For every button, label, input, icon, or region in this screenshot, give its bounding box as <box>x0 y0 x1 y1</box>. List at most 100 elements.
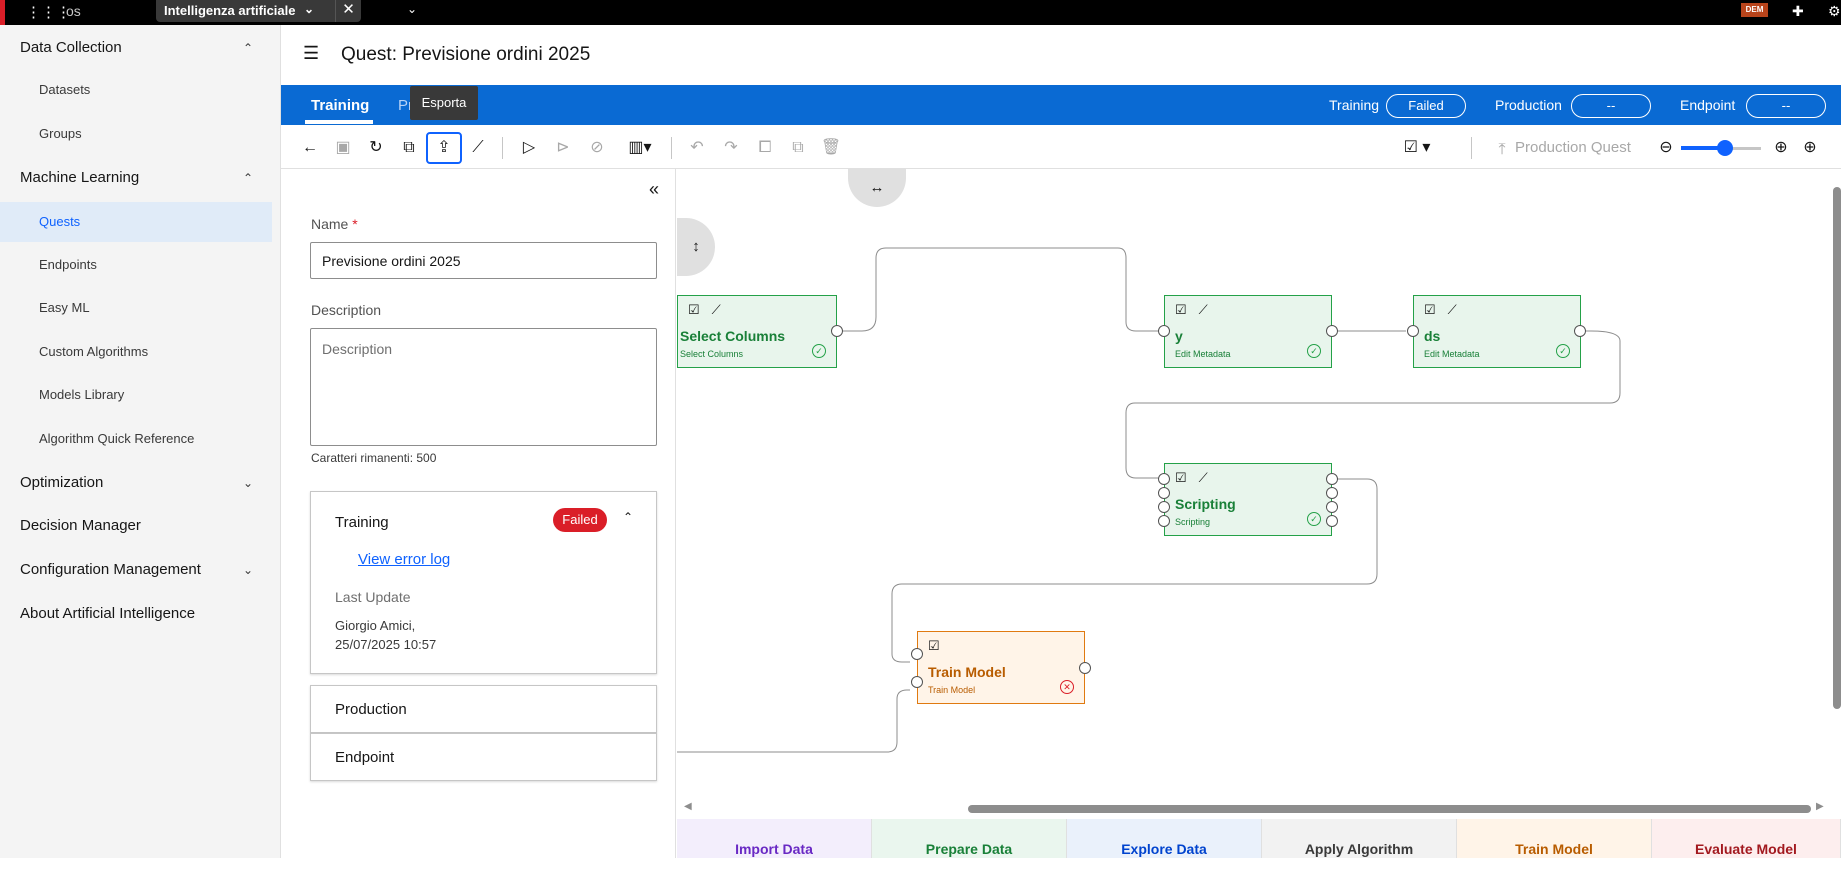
palette-apply-algorithm[interactable]: Apply Algorithm <box>1262 819 1457 858</box>
run-step-icon[interactable]: ⊳ <box>549 135 577 161</box>
input-port[interactable] <box>1158 473 1170 485</box>
output-port[interactable] <box>1574 325 1586 337</box>
sidebar-item-models-library[interactable]: Models Library <box>0 375 281 415</box>
node-train-model[interactable]: ☑ Train Model Train Model ✕ <box>917 631 1085 704</box>
chevron-down-icon[interactable]: ⌄ <box>304 2 314 16</box>
production-status-badge[interactable]: -- <box>1571 94 1651 118</box>
zoom-fit-icon[interactable]: ⊕ <box>1796 135 1824 161</box>
output-port[interactable] <box>1079 662 1091 674</box>
chevron-down-icon: ⌄ <box>242 563 253 577</box>
output-port[interactable] <box>1326 501 1338 513</box>
chart-icon[interactable]: ⟋ <box>712 302 733 317</box>
node-y[interactable]: ☑⟋ y Edit Metadata ✓ <box>1164 295 1332 368</box>
description-field[interactable]: Description <box>310 328 657 446</box>
horizontal-scrollbar[interactable] <box>968 805 1811 813</box>
node-scripting[interactable]: ☑⟋ Scripting Scripting ✓ <box>1164 463 1332 536</box>
palette-train-model[interactable]: Train Model <box>1457 819 1652 858</box>
undo-icon[interactable]: ↶ <box>683 135 711 161</box>
scroll-right-icon[interactable]: ▶ <box>1816 801 1824 812</box>
app-switcher-icon[interactable]: ⋮⋮⋮ <box>26 3 71 21</box>
copy-icon[interactable]: ⧉ <box>784 135 812 161</box>
sidebar-item-datasets[interactable]: Datasets <box>0 70 281 110</box>
input-port[interactable] <box>911 648 923 660</box>
zoom-in-icon[interactable]: ⊕ <box>1767 135 1795 161</box>
sidebar-section-decision-manager[interactable]: Decision Manager <box>0 506 281 546</box>
input-port[interactable] <box>1158 487 1170 499</box>
run-icon[interactable]: ▷ <box>515 135 543 161</box>
training-status-badge[interactable]: Failed <box>1386 94 1466 118</box>
production-quest-button[interactable]: Production Quest <box>1515 139 1631 156</box>
sidebar-section-data-collection[interactable]: Data Collection ⌃ <box>0 28 281 68</box>
chevron-up-icon[interactable]: ⌃ <box>623 510 633 524</box>
scroll-left-icon[interactable]: ◀ <box>684 801 692 812</box>
vertical-scrollbar[interactable] <box>1833 187 1841 709</box>
input-port[interactable] <box>911 676 923 688</box>
chart-icon[interactable]: ⟋ <box>1199 302 1220 317</box>
input-port[interactable] <box>1158 515 1170 527</box>
sidebar-section-machine-learning[interactable]: Machine Learning ⌃ <box>0 158 281 198</box>
output-port[interactable] <box>1326 487 1338 499</box>
chart-icon[interactable]: ⟋ <box>464 135 492 161</box>
delete-icon[interactable]: 🗑 <box>817 135 845 161</box>
sidebar-item-groups[interactable]: Groups <box>0 114 281 154</box>
name-field[interactable]: Previsione ordini 2025 <box>310 242 657 279</box>
chart-icon[interactable]: ⟋ <box>1199 470 1220 485</box>
sidebar-item-quests[interactable]: Quests <box>0 202 272 242</box>
output-port[interactable] <box>1326 473 1338 485</box>
input-port[interactable] <box>1158 501 1170 513</box>
training-card-title[interactable]: Training <box>335 514 389 531</box>
chart-icon[interactable]: ⟋ <box>1448 302 1469 317</box>
output-port[interactable] <box>1326 515 1338 527</box>
input-port[interactable] <box>1407 325 1419 337</box>
tab-training[interactable]: Training <box>311 97 369 114</box>
sidebar-item-easy-ml[interactable]: Easy ML <box>0 288 281 328</box>
quest-canvas[interactable]: ☑⟋ Select Columns Select Columns ✓ ☑⟋ y … <box>677 169 1841 819</box>
back-icon[interactable]: ← <box>296 135 324 161</box>
menu-icon[interactable]: ☰ <box>303 43 319 64</box>
user-badge[interactable]: DEM <box>1741 3 1768 17</box>
checkbox-icon[interactable]: ☑ <box>1175 302 1199 317</box>
export-icon[interactable]: ⇪ <box>426 132 462 164</box>
settings-icon[interactable]: ⚙ <box>1828 3 1841 20</box>
node-ds[interactable]: ☑⟋ ds Edit Metadata ✓ <box>1413 295 1581 368</box>
output-port[interactable] <box>831 325 843 337</box>
sidebar-item-custom-algorithms[interactable]: Custom Algorithms <box>0 332 281 372</box>
sidebar-section-optimization[interactable]: Optimization ⌄ <box>0 463 281 503</box>
upload-icon: ⤒ <box>1498 141 1506 158</box>
sidebar-section-about-ai[interactable]: About Artificial Intelligence <box>0 594 281 634</box>
palette-evaluate-model[interactable]: Evaluate Model <box>1652 819 1841 858</box>
app-tab[interactable]: Intelligenza artificiale ⌄ <box>156 0 361 22</box>
columns-menu-icon[interactable]: ▥▾ <box>621 135 659 161</box>
duplicate-icon[interactable]: ⧉ <box>395 135 423 161</box>
sidebar-section-configuration-management[interactable]: Configuration Management ⌄ <box>0 550 281 590</box>
cut-icon[interactable]: ⧠ <box>751 135 779 161</box>
checkbox-icon[interactable]: ☑ <box>688 302 712 317</box>
production-card[interactable]: Production <box>310 685 657 733</box>
palette-explore-data[interactable]: Explore Data <box>1067 819 1262 858</box>
redo-icon[interactable]: ↷ <box>717 135 745 161</box>
input-port[interactable] <box>1158 325 1170 337</box>
endpoint-card[interactable]: Endpoint <box>310 733 657 781</box>
checkbox-icon[interactable]: ☑ <box>1175 470 1199 485</box>
endpoint-status-badge[interactable]: -- <box>1746 94 1826 118</box>
add-icon[interactable]: ✚ <box>1792 3 1804 20</box>
sidebar-item-algorithm-quick-reference[interactable]: Algorithm Quick Reference <box>0 419 281 459</box>
palette-prepare-data[interactable]: Prepare Data <box>872 819 1067 858</box>
stop-icon[interactable]: ⊘ <box>583 135 611 161</box>
refresh-icon[interactable]: ↻ <box>362 135 390 161</box>
output-port[interactable] <box>1326 325 1338 337</box>
save-icon[interactable]: ▣ <box>329 135 357 161</box>
node-select-columns[interactable]: ☑⟋ Select Columns Select Columns ✓ <box>677 295 837 368</box>
view-error-log-link[interactable]: View error log <box>358 551 450 568</box>
checkbox-icon[interactable]: ☑ <box>1424 302 1448 317</box>
palette-import-data[interactable]: Import Data <box>677 819 872 858</box>
zoom-out-icon[interactable]: ⊖ <box>1652 135 1680 161</box>
close-tab-icon[interactable]: ✕ <box>335 0 361 22</box>
zoom-slider-knob[interactable] <box>1717 140 1733 156</box>
checklist-dropdown-icon[interactable]: ☑ ▾ <box>1394 135 1440 161</box>
sidebar-item-endpoints[interactable]: Endpoints <box>0 245 281 285</box>
tabs-dropdown-icon[interactable]: ⌄ <box>407 2 417 16</box>
node-title: Scripting <box>1175 496 1236 512</box>
checkbox-icon[interactable]: ☑ <box>928 638 952 653</box>
collapse-panel-icon[interactable]: « <box>649 179 659 200</box>
